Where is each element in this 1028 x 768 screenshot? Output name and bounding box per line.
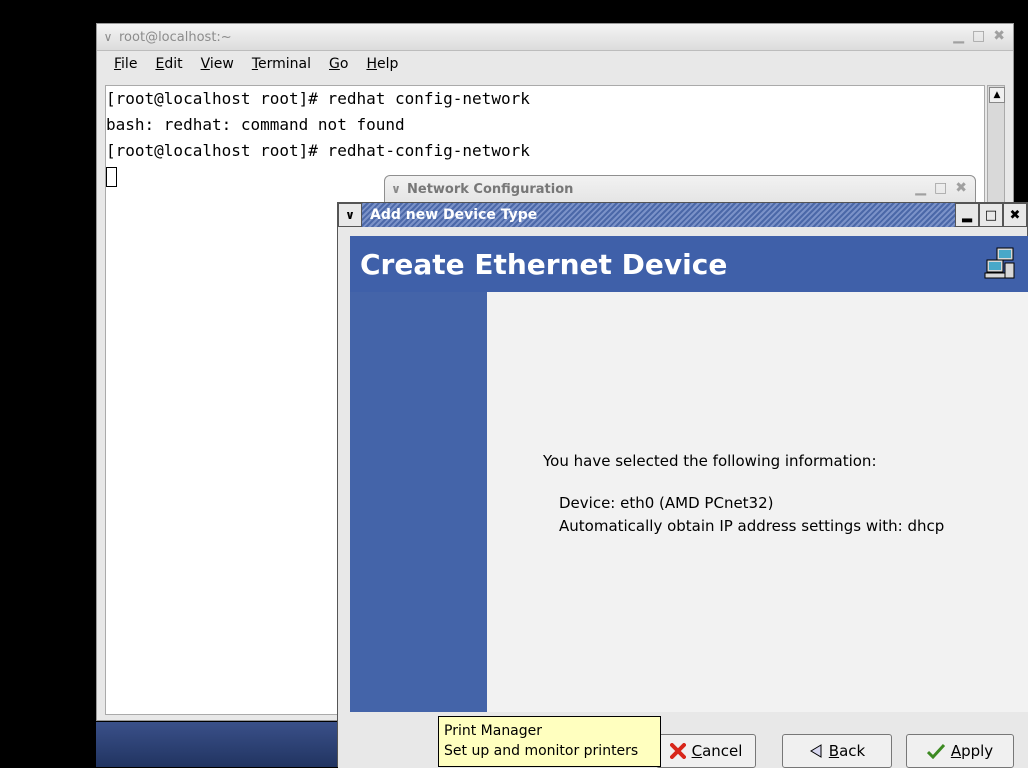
druid-header: Create Ethernet Device xyxy=(350,236,1028,292)
chevron-down-icon[interactable]: ∨ xyxy=(385,182,407,196)
checkmark-icon xyxy=(926,743,945,759)
device-info: Device: eth0 (AMD PCnet32) xyxy=(559,494,774,512)
menu-help[interactable]: Help xyxy=(357,56,407,72)
chevron-down-icon[interactable]: ∨ xyxy=(338,203,362,227)
menu-go[interactable]: Go xyxy=(320,56,357,72)
terminal-title: root@localhost:~ xyxy=(119,29,232,45)
menu-terminal[interactable]: Terminal xyxy=(243,56,320,72)
druid-content: You have selected the following informat… xyxy=(487,292,1028,712)
chevron-down-icon[interactable]: ∨ xyxy=(97,30,119,44)
back-button[interactable]: Back xyxy=(782,734,892,768)
menu-file[interactable]: File xyxy=(105,56,146,72)
tooltip-title: Print Manager xyxy=(444,723,543,739)
apply-label: Apply xyxy=(950,742,994,760)
terminal-menubar: File Edit View Terminal Go Help xyxy=(97,51,1013,77)
dialog-titlebar[interactable]: ∨ Add new Device Type ▂ □ ✖ xyxy=(338,203,1027,227)
add-device-dialog: ∨ Add new Device Type ▂ □ ✖ Create Ether… xyxy=(337,202,1028,768)
text-cursor xyxy=(106,166,117,187)
ip-info: Automatically obtain IP address settings… xyxy=(559,517,945,535)
tooltip-description: Set up and monitor printers xyxy=(444,743,639,759)
maximize-icon[interactable]: □ xyxy=(972,28,985,44)
maximize-icon[interactable]: □ xyxy=(979,203,1003,227)
red-x-icon xyxy=(669,743,686,759)
terminal-titlebar[interactable]: ∨ root@localhost:~ ▁ □ ✖ xyxy=(97,24,1013,51)
left-triangle-icon xyxy=(809,744,822,758)
menu-edit[interactable]: Edit xyxy=(146,56,191,72)
cancel-label: Cancel xyxy=(691,742,743,760)
terminal-line: [root@localhost root]# redhat-config-net… xyxy=(106,141,530,160)
back-label: Back xyxy=(828,742,866,760)
minimize-icon[interactable]: ▁ xyxy=(953,28,964,44)
page-title: Create Ethernet Device xyxy=(360,247,728,281)
druid-sidebar xyxy=(350,292,487,712)
menu-view[interactable]: View xyxy=(192,56,243,72)
terminal-line: bash: redhat: command not found xyxy=(106,115,405,134)
apply-button[interactable]: Apply xyxy=(906,734,1014,768)
dialog-title: Add new Device Type xyxy=(370,207,538,223)
cancel-button[interactable]: Cancel xyxy=(656,734,756,768)
maximize-icon[interactable]: □ xyxy=(934,180,947,196)
terminal-line: [root@localhost root]# redhat config-net… xyxy=(106,89,530,108)
panel-tooltip: Print Manager Set up and monitor printer… xyxy=(438,716,661,767)
scroll-up-arrow-icon[interactable]: ▲ xyxy=(989,87,1005,103)
close-icon[interactable]: ✖ xyxy=(993,28,1005,44)
minimize-icon[interactable]: ▁ xyxy=(915,180,926,196)
netconf-titlebar[interactable]: ∨ Network Configuration ▁ □ ✖ xyxy=(385,176,975,202)
netconf-title: Network Configuration xyxy=(407,181,574,197)
network-computers-icon xyxy=(984,247,1015,279)
close-icon[interactable]: ✖ xyxy=(955,180,967,196)
close-icon[interactable]: ✖ xyxy=(1003,203,1027,227)
minimize-icon[interactable]: ▂ xyxy=(955,203,979,227)
info-intro: You have selected the following informat… xyxy=(543,452,877,470)
